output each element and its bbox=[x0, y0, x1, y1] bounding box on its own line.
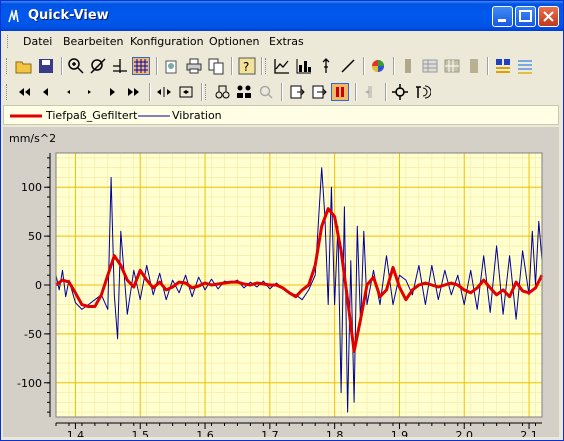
x-tick-label: 2.1 bbox=[520, 429, 538, 437]
maximize-button[interactable] bbox=[515, 6, 536, 27]
toolbar-separator bbox=[261, 57, 263, 75]
x-tick-label: 1.9 bbox=[391, 429, 409, 437]
minimize-icon bbox=[498, 19, 506, 22]
next-icon[interactable] bbox=[103, 83, 121, 101]
legend-swatch-series2 bbox=[138, 115, 170, 117]
open-folder-icon[interactable] bbox=[15, 57, 33, 75]
y-tick-label: -100 bbox=[17, 377, 42, 390]
step-forward-icon[interactable] bbox=[81, 83, 99, 101]
toolbar-grip[interactable] bbox=[205, 84, 209, 100]
zoom-in-icon[interactable] bbox=[67, 57, 85, 75]
insert-frame-icon[interactable] bbox=[288, 83, 306, 101]
legend-swatch-series1 bbox=[10, 114, 42, 118]
navigation-toolbar bbox=[1, 79, 563, 105]
legend-label-series1: Tiefpaß_Gefiltert bbox=[46, 109, 138, 122]
table-view-icon[interactable] bbox=[421, 57, 439, 75]
y-tick-label: 0 bbox=[35, 279, 42, 292]
menu-extras[interactable]: Extras bbox=[269, 35, 304, 48]
x-tick-label: 1.6 bbox=[196, 429, 214, 437]
users-icon[interactable] bbox=[235, 83, 253, 101]
chart-legend: Tiefpaß_Gefiltert Vibration bbox=[3, 105, 559, 125]
y-axis-label: mm/s^2 bbox=[9, 132, 56, 145]
close-icon bbox=[543, 11, 554, 22]
menubar-grip[interactable] bbox=[7, 35, 11, 48]
previous-icon[interactable] bbox=[37, 83, 55, 101]
x-tick-label: 1.7 bbox=[261, 429, 279, 437]
spreadsheet-icon[interactable] bbox=[443, 57, 461, 75]
window-title: Quick-View bbox=[28, 8, 109, 23]
axis-scale-icon[interactable] bbox=[317, 57, 335, 75]
x-tick-label: 1.5 bbox=[131, 429, 149, 437]
compress-horizontal-icon[interactable] bbox=[177, 83, 195, 101]
marker-icon[interactable] bbox=[361, 83, 379, 101]
frame-icon[interactable] bbox=[465, 57, 483, 75]
channel-icon[interactable] bbox=[399, 57, 417, 75]
app-icon bbox=[8, 9, 19, 23]
search-icon[interactable] bbox=[257, 83, 275, 101]
insert-frame-right-icon[interactable] bbox=[310, 83, 328, 101]
toolbar-separator bbox=[355, 83, 357, 101]
toolbar-separator bbox=[231, 57, 233, 75]
menu-optionen[interactable]: Optionen bbox=[209, 35, 259, 48]
toolbar-separator bbox=[281, 83, 283, 101]
crosshair-icon[interactable] bbox=[391, 83, 409, 101]
toolbar-grip[interactable] bbox=[265, 58, 269, 74]
bar-chart-icon[interactable] bbox=[295, 57, 313, 75]
toolbar-separator bbox=[149, 83, 151, 101]
toolbar-separator bbox=[61, 57, 63, 75]
menu-konfiguration[interactable]: Konfiguration bbox=[130, 35, 204, 48]
zoom-reset-icon[interactable] bbox=[89, 57, 107, 75]
pause-button[interactable] bbox=[331, 83, 349, 101]
first-icon[interactable] bbox=[15, 83, 33, 101]
menu-datei[interactable]: Datei bbox=[23, 35, 52, 48]
diagonal-line-icon[interactable] bbox=[339, 57, 357, 75]
layout-icon[interactable] bbox=[494, 57, 512, 75]
menu-bearbeiten[interactable]: Bearbeiten bbox=[63, 35, 123, 48]
signal-icon[interactable] bbox=[413, 83, 431, 101]
menu-bar: Datei Bearbeiten Konfiguration Optionen … bbox=[1, 31, 563, 52]
save-icon[interactable] bbox=[37, 57, 55, 75]
stacked-lines-icon[interactable] bbox=[516, 57, 534, 75]
toolbar-separator bbox=[487, 57, 489, 75]
toolbar-grip[interactable] bbox=[6, 58, 10, 74]
grid-toggle-button[interactable] bbox=[132, 57, 150, 75]
x-tick-label: 1.8 bbox=[326, 429, 344, 437]
main-toolbar: ? bbox=[1, 53, 563, 79]
toolbar-grip[interactable] bbox=[6, 84, 10, 100]
svg-text:?: ? bbox=[243, 60, 249, 74]
title-bar[interactable]: Quick-View bbox=[1, 1, 563, 31]
legend-label-series2: Vibration bbox=[172, 109, 222, 122]
pause-icon bbox=[336, 87, 344, 97]
copy-icon[interactable] bbox=[207, 57, 225, 75]
grid-icon bbox=[134, 59, 148, 73]
y-tick-label: -50 bbox=[24, 328, 42, 341]
print-icon[interactable] bbox=[185, 57, 203, 75]
x-tick-label: 2.0 bbox=[455, 429, 473, 437]
cursor-line-icon[interactable] bbox=[111, 57, 129, 75]
last-icon[interactable] bbox=[125, 83, 143, 101]
toolbar-separator bbox=[201, 83, 203, 101]
maximize-icon bbox=[519, 10, 532, 22]
chart-area: 100 50 0 -50 -100 1.4 1.5 1.6 1.7 1.8 1.9 2.0 2.1 mm/… bbox=[3, 127, 559, 441]
y-tick-label: 100 bbox=[21, 181, 42, 194]
color-palette-icon[interactable] bbox=[369, 57, 387, 75]
quick-view-window: Quick-View Datei Bearbeiten Konfiguratio… bbox=[0, 0, 564, 441]
step-back-icon[interactable] bbox=[59, 83, 77, 101]
line-chart[interactable]: 100 50 0 -50 -100 1.4 1.5 1.6 1.7 1.8 1.9 2.0 2.1 mm/… bbox=[3, 127, 559, 441]
help-icon[interactable]: ? bbox=[238, 57, 256, 75]
toolbar-separator bbox=[385, 83, 387, 101]
toolbar-separator bbox=[393, 57, 395, 75]
toolbar-separator bbox=[156, 57, 158, 75]
y-tick-label: 50 bbox=[28, 230, 42, 243]
measure-icon[interactable] bbox=[213, 83, 231, 101]
minimize-button[interactable] bbox=[492, 6, 513, 27]
line-chart-icon[interactable] bbox=[273, 57, 291, 75]
close-button[interactable] bbox=[538, 6, 559, 27]
x-tick-label: 1.4 bbox=[67, 429, 85, 437]
toolbar-separator bbox=[363, 57, 365, 75]
copy-clipboard-icon[interactable] bbox=[163, 57, 181, 75]
expand-horizontal-icon[interactable] bbox=[155, 83, 173, 101]
